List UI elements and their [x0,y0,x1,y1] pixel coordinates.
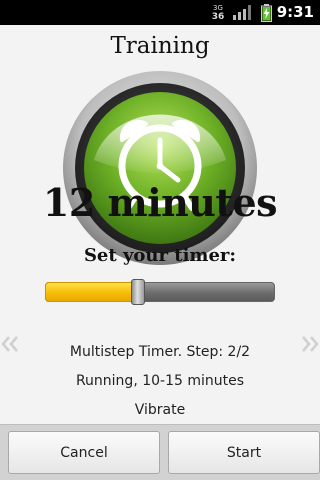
page-title: Training [110,33,210,59]
network-type-sublabel: 36 [211,12,225,22]
running-info: Running, 10-15 minutes [75,373,245,389]
signal-icon [233,5,251,20]
network-type-label: 3G [213,4,223,12]
vibrate-info: Vibrate [134,402,186,418]
set-timer-label: Set your timer: [83,245,237,266]
start-button[interactable]: Start [168,431,320,474]
network-type-icon: 3G 36 [211,4,225,22]
button-bar: Cancel Start [0,424,320,480]
status-bar: 3G 36 9:31 [0,0,320,25]
timer-duration: 12 minutes [42,180,278,225]
timer-slider[interactable] [45,279,275,305]
slider-thumb[interactable] [131,279,145,305]
status-clock: 9:31 [276,3,314,21]
slider-fill [45,282,138,302]
cancel-button[interactable]: Cancel [8,431,160,474]
step-info: Multistep Timer. Step: 2/2 [69,344,251,360]
alarm-clock-icon [63,71,257,265]
battery-charging-icon [261,4,272,22]
